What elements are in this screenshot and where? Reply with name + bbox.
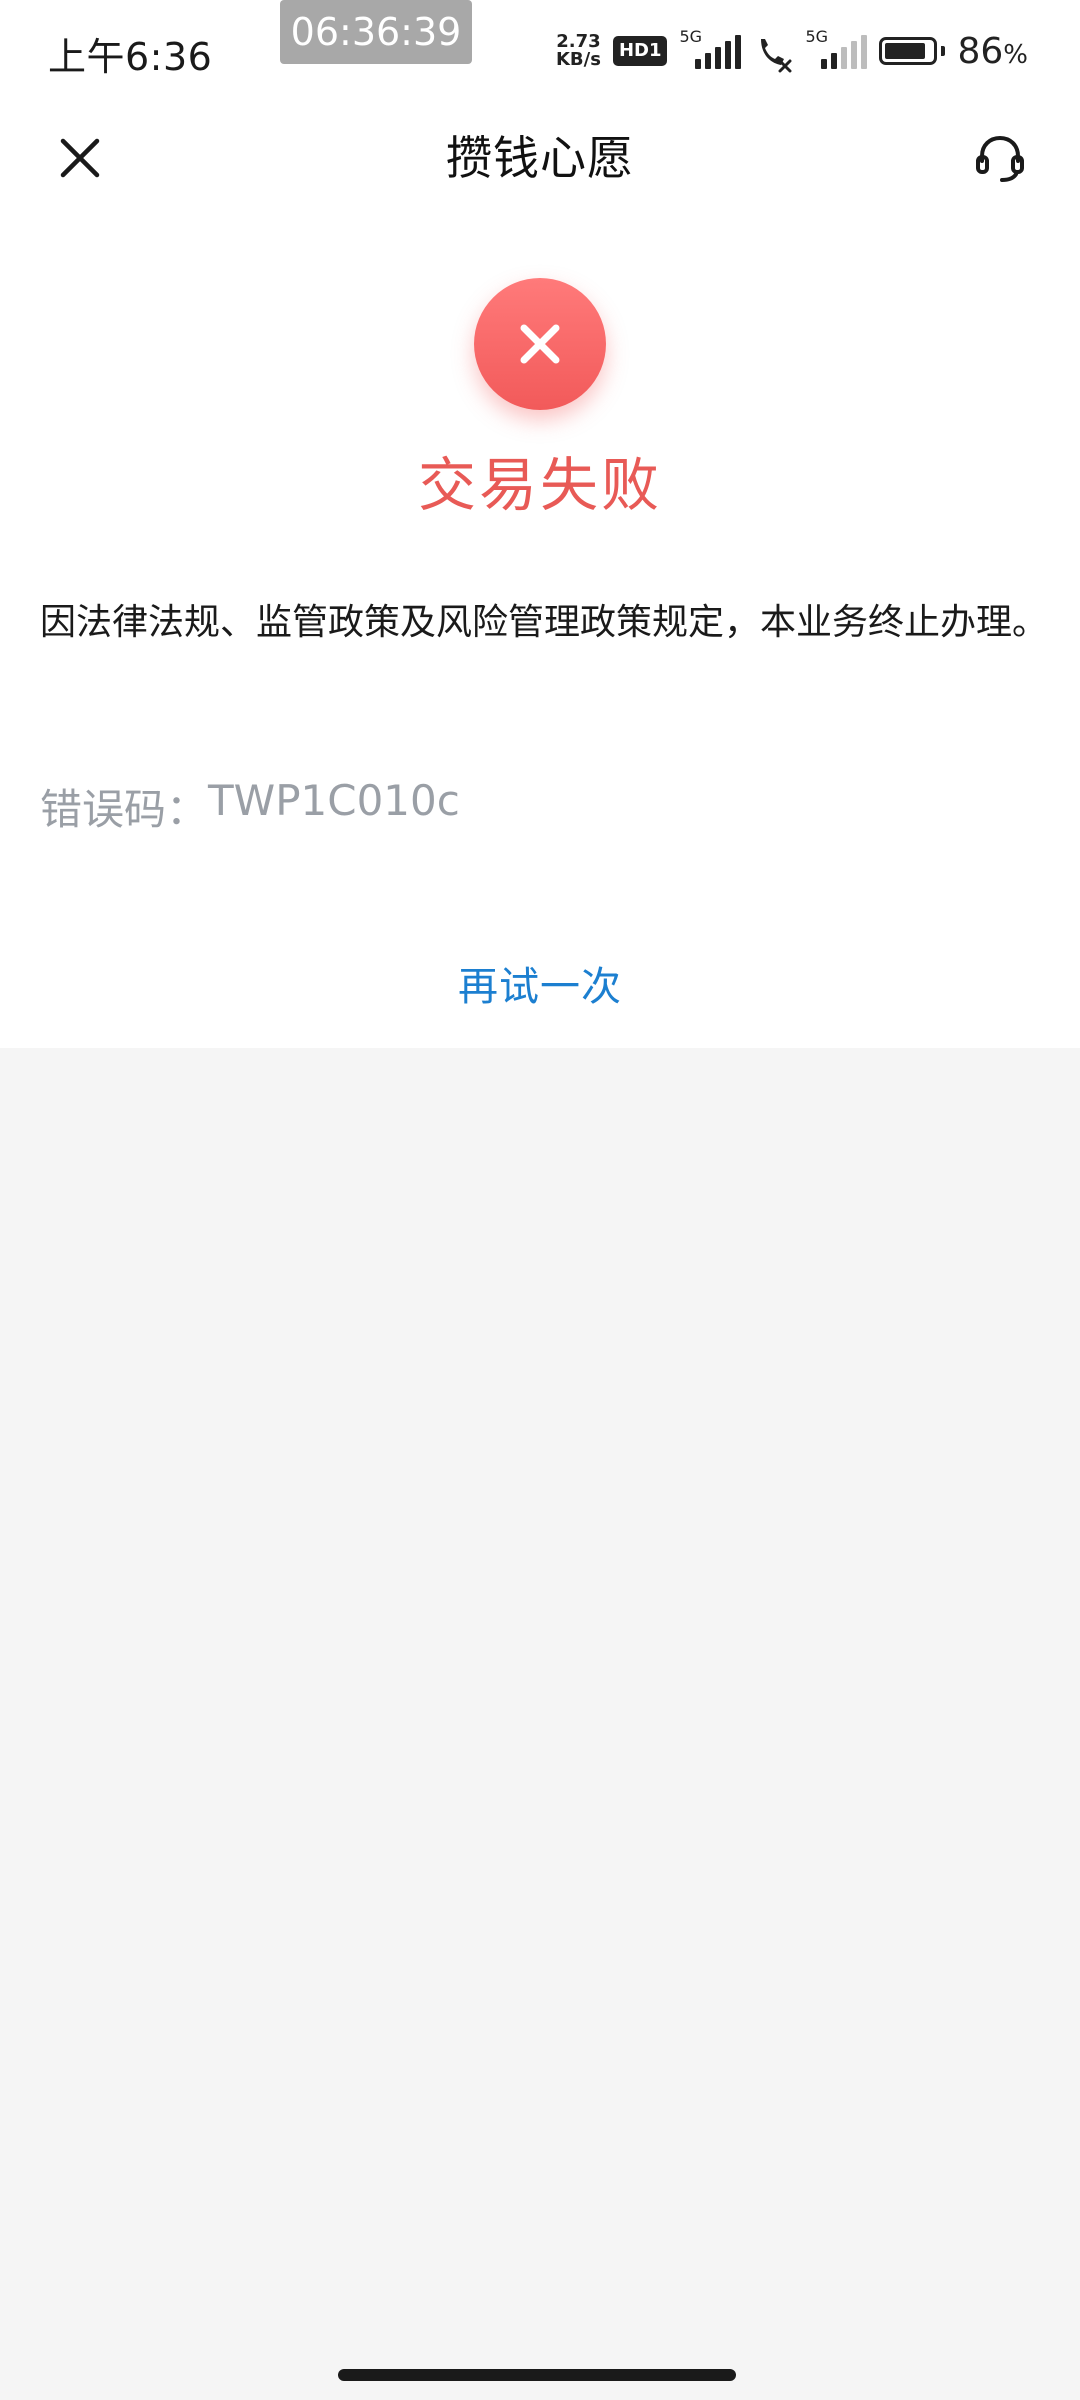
page-title: 攒钱心愿 [446, 131, 634, 185]
call-blocked-icon [761, 39, 792, 73]
result-card: 交易失败 因法律法规、监管政策及风险管理政策规定，本业务终止办理。 错误码： T… [0, 210, 1080, 1048]
battery-percent-value: 86 [957, 30, 1004, 72]
error-code-label: 错误码： [40, 785, 209, 834]
sim2-signal-icon: 5G [805, 27, 868, 73]
home-indicator[interactable] [338, 2369, 736, 2381]
network-speed-unit: KB/s [555, 49, 601, 70]
navigation-bar: 攒钱心愿 [0, 100, 1080, 210]
status-icons: 2.73 KB/s HD1 5G 5G 86 % [556, 27, 1028, 74]
status-time: 上午6:36 [48, 35, 213, 79]
retry-button[interactable]: 再试一次 [0, 954, 1080, 1012]
battery-icon [879, 37, 946, 65]
result-message: 因法律法规、监管政策及风险管理政策规定，本业务终止办理。 [40, 602, 1049, 643]
screen-recorder-clock: 06:36:39 [280, 0, 472, 64]
headset-icon[interactable] [970, 128, 1030, 188]
battery-percent: 86 % [957, 31, 1028, 72]
sim1-signal-icon: 5G [679, 27, 742, 73]
error-code-value: TWP1C010c [208, 776, 460, 825]
result-title: 交易失败 [417, 451, 662, 519]
battery-percent-unit: % [1003, 39, 1028, 70]
error-x-icon [474, 278, 606, 410]
status-bar: 上午6:36 06:36:39 2.73 KB/s HD1 5G 5G 86 % [0, 0, 1080, 100]
hd-badge: HD1 [612, 36, 668, 66]
error-code: 错误码： TWP1C010c [40, 776, 460, 837]
network-speed: 2.73 KB/s [556, 33, 601, 69]
